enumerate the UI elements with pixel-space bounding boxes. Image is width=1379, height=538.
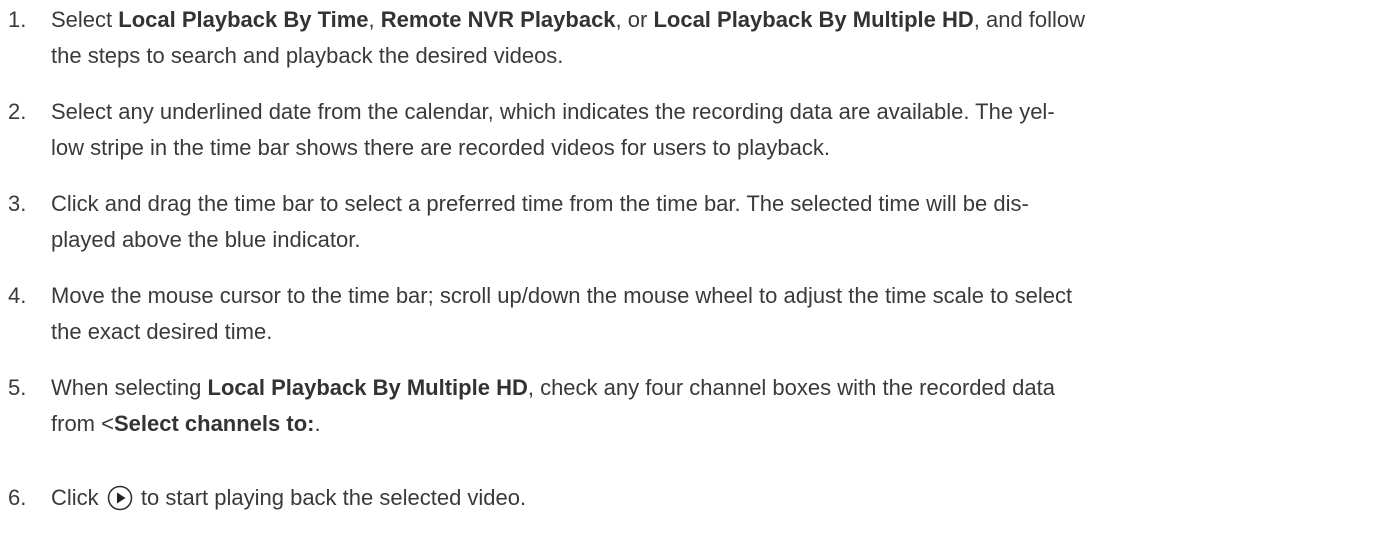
text-run: Click and drag the time bar to select a … <box>51 191 1029 216</box>
text-run: Move the mouse cursor to the time bar; s… <box>51 283 1073 308</box>
text-run: , check any four channel boxes with the … <box>527 375 1055 400</box>
text-line: low stripe in the time bar shows there a… <box>51 130 1373 166</box>
step-text: Select Local Playback By Time, Remote NV… <box>51 2 1373 74</box>
text-run: played above the blue indicator. <box>51 227 361 252</box>
step-text: When selecting Local Playback By Multipl… <box>51 370 1373 442</box>
text-run: from < <box>51 411 114 436</box>
bold-term: Select channels to: <box>113 411 315 436</box>
text-run: the exact desired time. <box>51 319 273 344</box>
step-2: 2. Select any underlined date from the c… <box>8 94 1373 166</box>
text-run: When selecting <box>51 375 208 400</box>
text-run: Click <box>51 485 105 510</box>
text-line: Select Local Playback By Time, Remote NV… <box>51 2 1373 38</box>
text-run: , or <box>615 7 654 32</box>
text-run: , <box>368 7 381 32</box>
text-run: Select <box>51 7 119 32</box>
step-number: 6. <box>8 485 27 510</box>
text-line: Select any underlined date from the cale… <box>51 94 1373 130</box>
step-text: Click and drag the time bar to select a … <box>51 186 1373 258</box>
text-line: played above the blue indicator. <box>51 222 1373 258</box>
step-text: Select any underlined date from the cale… <box>51 94 1373 166</box>
text-line: the steps to search and playback the des… <box>51 38 1373 74</box>
play-circle-icon <box>107 485 133 511</box>
step-1: 1. Select Local Playback By Time, Remote… <box>8 2 1373 74</box>
text-line: from <Select channels to:. <box>51 406 1373 442</box>
step-3: 3. Click and drag the time bar to select… <box>8 186 1373 258</box>
step-number: 4. <box>8 283 27 308</box>
step-4: 4. Move the mouse cursor to the time bar… <box>8 278 1373 350</box>
step-text: Click to start playing back the selected… <box>51 480 1373 516</box>
text-run: to start playing back the selected video… <box>134 485 527 510</box>
step-number: 5. <box>8 375 27 400</box>
text-line: Click and drag the time bar to select a … <box>51 186 1373 222</box>
bold-term: Local Playback By Multiple HD <box>653 7 974 32</box>
step-5: 5. When selecting Local Playback By Mult… <box>8 370 1373 442</box>
text-line: When selecting Local Playback By Multipl… <box>51 370 1373 406</box>
text-run: , and follow <box>973 7 1086 32</box>
step-number: 1. <box>8 7 27 32</box>
step-6: 6. Click to start playing back the selec… <box>8 480 1373 516</box>
text-run: . <box>314 411 321 436</box>
text-run: the steps to search and playback the des… <box>51 43 564 68</box>
text-run: low stripe in the time bar shows there a… <box>51 135 830 160</box>
step-text: Move the mouse cursor to the time bar; s… <box>51 278 1373 350</box>
text-line: Click to start playing back the selected… <box>51 480 1373 516</box>
bold-term: Remote NVR Playback <box>380 7 616 32</box>
bold-term: Local Playback By Multiple HD <box>207 375 528 400</box>
step-number: 2. <box>8 99 27 124</box>
text-run: Select any underlined date from the cale… <box>51 99 1055 124</box>
bold-term: Local Playback By Time <box>118 7 369 32</box>
text-line: the exact desired time. <box>51 314 1373 350</box>
step-number: 3. <box>8 191 27 216</box>
text-line: Move the mouse cursor to the time bar; s… <box>51 278 1373 314</box>
